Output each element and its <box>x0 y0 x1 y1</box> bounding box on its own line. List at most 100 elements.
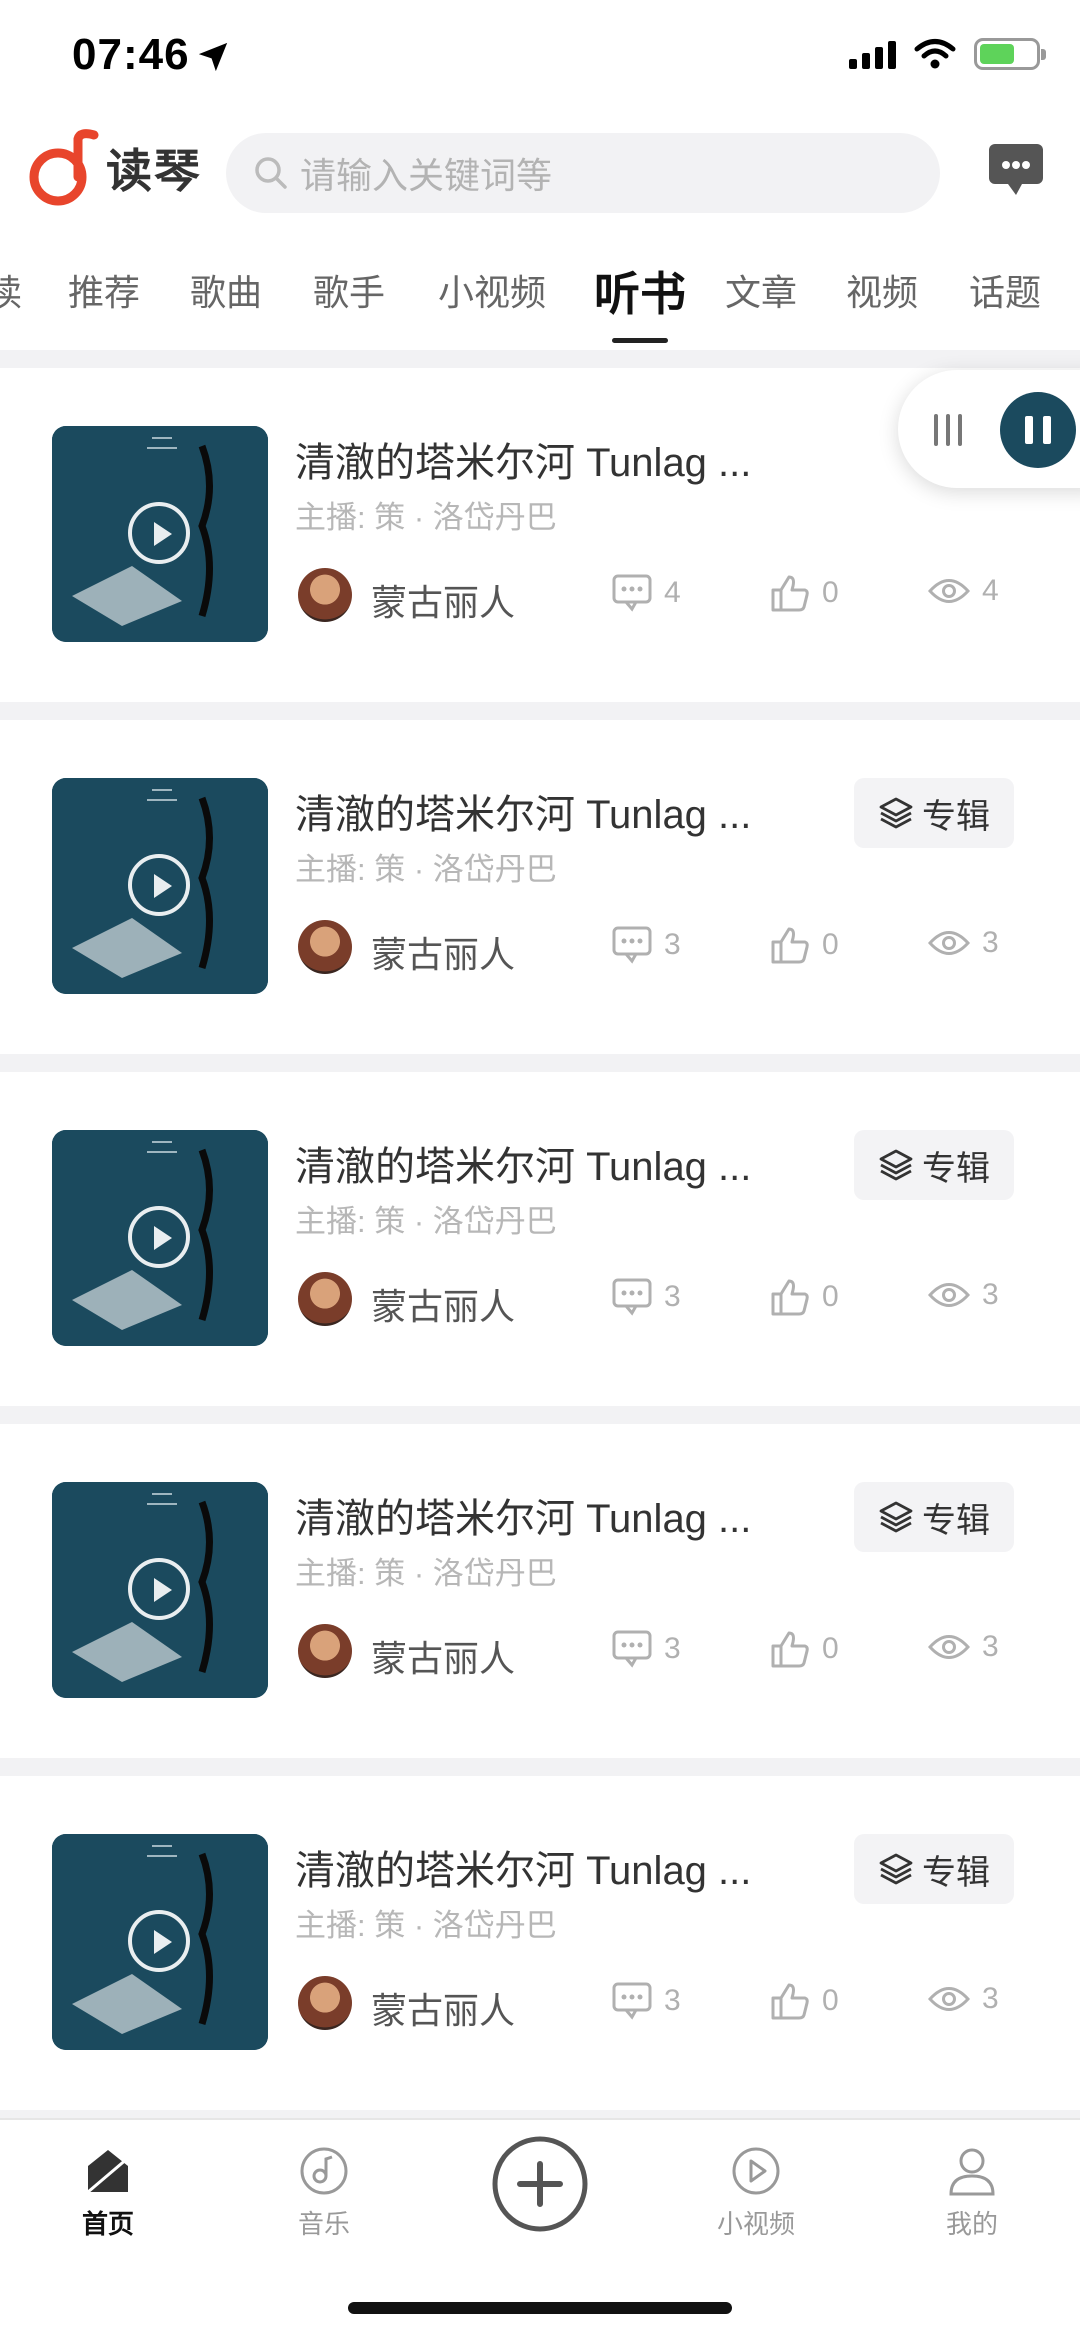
album-label: 专辑 <box>922 1149 990 1188</box>
author-name[interactable]: 蒙古丽人 <box>371 1630 515 1682</box>
comment-stat[interactable]: 3 <box>612 926 681 964</box>
nav-short-video[interactable]: 小视频 <box>686 2146 826 2241</box>
tab-songs[interactable]: 歌曲 <box>190 264 262 316</box>
thumbs-up-icon <box>771 1279 809 1316</box>
app-logo[interactable]: 读琴 <box>28 129 202 207</box>
audio-card[interactable]: 清澈的塔米尔河 Tunlag ... 主播: 策 · 洛岱丹巴 专辑 蒙古丽人 … <box>0 1424 1080 1758</box>
thumbs-up-icon <box>771 575 809 612</box>
location-arrow-icon <box>198 42 228 72</box>
comment-icon <box>612 574 652 612</box>
cover-image[interactable] <box>52 1130 268 1346</box>
tab-partial[interactable]: 读 <box>0 264 22 316</box>
comment-icon <box>612 1630 652 1668</box>
view-stat: 4 <box>928 574 999 608</box>
album-button[interactable]: 专辑 <box>854 1482 1014 1552</box>
eye-icon <box>928 579 970 603</box>
comment-count: 3 <box>664 1984 681 2017</box>
like-count: 0 <box>822 1632 839 1665</box>
add-icon[interactable] <box>490 2134 590 2234</box>
tab-singers[interactable]: 歌手 <box>313 264 385 316</box>
author-name[interactable]: 蒙古丽人 <box>371 926 515 978</box>
layers-icon <box>879 797 913 829</box>
album-button[interactable]: 专辑 <box>854 778 1014 848</box>
tab-topics[interactable]: 话题 <box>969 264 1041 316</box>
card-title[interactable]: 清澈的塔米尔河 Tunlag ... <box>295 1134 751 1192</box>
like-stat[interactable]: 0 <box>770 1982 839 2020</box>
cover-image[interactable] <box>52 426 268 642</box>
comment-count: 3 <box>664 1632 681 1665</box>
card-title[interactable]: 清澈的塔米尔河 Tunlag ... <box>295 782 751 840</box>
music-note-logo-icon <box>29 129 99 206</box>
music-icon <box>300 2147 348 2195</box>
tab-short-video[interactable]: 小视频 <box>438 264 546 316</box>
avatar[interactable] <box>298 568 352 622</box>
card-host: 主播: 策 · 洛岱丹巴 <box>295 500 557 535</box>
mini-player[interactable] <box>898 370 1080 488</box>
play-icon[interactable] <box>128 1558 190 1620</box>
card-title[interactable]: 清澈的塔米尔河 Tunlag ... <box>295 1486 751 1544</box>
view-stat: 3 <box>928 926 999 960</box>
search-placeholder: 请输入关键词等 <box>300 155 553 196</box>
message-icon[interactable] <box>986 141 1046 199</box>
eye-icon <box>928 1283 970 1307</box>
author-name[interactable]: 蒙古丽人 <box>371 1982 515 2034</box>
tab-recommend[interactable]: 推荐 <box>68 264 140 316</box>
divider <box>0 702 1080 720</box>
card-host: 主播: 策 · 洛岱丹巴 <box>295 1204 557 1239</box>
avatar[interactable] <box>298 1976 352 2030</box>
header: 读琴 请输入关键词等 <box>0 125 1080 225</box>
audio-card[interactable]: 清澈的塔米尔河 Tunlag ... 主播: 策 · 洛岱丹巴 专辑 蒙古丽人 … <box>0 1776 1080 2110</box>
like-stat[interactable]: 0 <box>770 926 839 964</box>
tab-articles[interactable]: 文章 <box>725 264 797 316</box>
battery-icon <box>974 38 1046 70</box>
like-stat[interactable]: 0 <box>770 1278 839 1316</box>
album-button[interactable]: 专辑 <box>854 1130 1014 1200</box>
author-name[interactable]: 蒙古丽人 <box>371 1278 515 1330</box>
nav-home[interactable]: 首页 <box>38 2146 178 2241</box>
avatar[interactable] <box>298 1272 352 1326</box>
tab-video[interactable]: 视频 <box>846 264 918 316</box>
pause-button[interactable] <box>1000 392 1076 468</box>
avatar[interactable] <box>298 1624 352 1678</box>
comment-stat[interactable]: 3 <box>612 1630 681 1668</box>
thumbs-up-icon <box>771 1983 809 2020</box>
nav-short-video-label: 小视频 <box>716 2209 795 2239</box>
nav-mine-label: 我的 <box>945 2209 998 2239</box>
nav-home-label: 首页 <box>81 2209 134 2239</box>
view-count: 3 <box>982 926 999 959</box>
audio-card[interactable]: 清澈的塔米尔河 Tunlag ... 主播: 策 · 洛岱丹巴 专辑 蒙古丽人 … <box>0 720 1080 1054</box>
like-stat[interactable]: 0 <box>770 574 839 612</box>
avatar[interactable] <box>298 920 352 974</box>
cover-image[interactable] <box>52 778 268 994</box>
like-stat[interactable]: 0 <box>770 1630 839 1668</box>
playlist-icon[interactable] <box>934 414 962 446</box>
thumbs-up-icon <box>771 927 809 964</box>
comment-count: 4 <box>664 576 681 609</box>
comment-stat[interactable]: 4 <box>612 574 681 612</box>
author-name[interactable]: 蒙古丽人 <box>371 574 515 626</box>
like-count: 0 <box>822 576 839 609</box>
search-bar[interactable]: 请输入关键词等 <box>226 133 940 213</box>
card-title[interactable]: 清澈的塔米尔河 Tunlag ... <box>295 1838 751 1896</box>
play-icon[interactable] <box>128 1910 190 1972</box>
play-icon[interactable] <box>128 854 190 916</box>
eye-icon <box>928 1987 970 2011</box>
nav-mine[interactable]: 我的 <box>902 2146 1042 2241</box>
nav-music[interactable]: 音乐 <box>254 2146 394 2241</box>
audio-card[interactable]: 清澈的塔米尔河 Tunlag ... 主播: 策 · 洛岱丹巴 专辑 蒙古丽人 … <box>0 1072 1080 1406</box>
layers-icon <box>879 1501 913 1533</box>
status-time: 07:46 <box>72 30 190 79</box>
album-button[interactable]: 专辑 <box>854 1834 1014 1904</box>
play-icon[interactable] <box>128 1206 190 1268</box>
view-count: 3 <box>982 1278 999 1311</box>
comment-count: 3 <box>664 1280 681 1313</box>
divider <box>0 1758 1080 1776</box>
tab-audiobook[interactable]: 听书 <box>594 258 686 324</box>
play-icon[interactable] <box>128 502 190 564</box>
cover-image[interactable] <box>52 1482 268 1698</box>
cover-image[interactable] <box>52 1834 268 2050</box>
view-count: 3 <box>982 1982 999 2015</box>
comment-stat[interactable]: 3 <box>612 1982 681 2020</box>
card-title[interactable]: 清澈的塔米尔河 Tunlag ... <box>295 430 751 488</box>
comment-stat[interactable]: 3 <box>612 1278 681 1316</box>
